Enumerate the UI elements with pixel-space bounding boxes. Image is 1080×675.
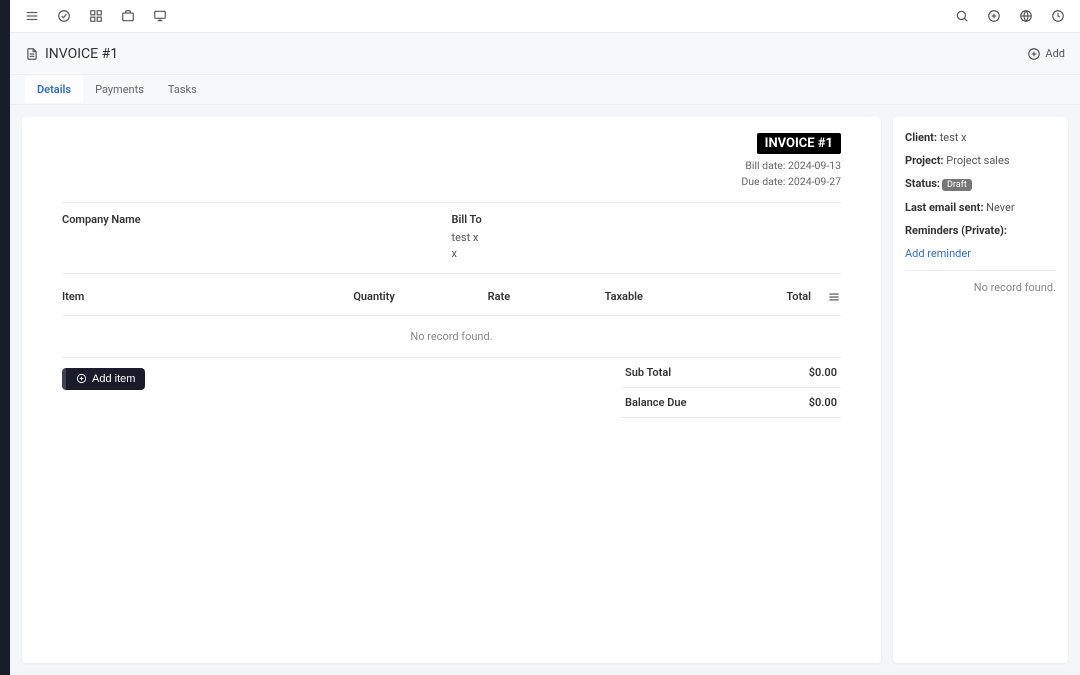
list-icon[interactable] xyxy=(827,290,841,304)
balance-label: Balance Due xyxy=(625,396,686,409)
tabs: Details Payments Tasks xyxy=(10,75,1080,105)
monitor-icon[interactable] xyxy=(153,9,167,23)
reminders-empty: No record found. xyxy=(905,270,1056,294)
menu-icon[interactable] xyxy=(25,9,39,23)
project-value[interactable]: Project sales xyxy=(946,154,1009,167)
due-date-label: Due date: xyxy=(741,175,785,188)
invoice-card: INVOICE #1 Bill date: 2024-09-13 Due dat… xyxy=(22,117,881,663)
add-reminder-link[interactable]: Add reminder xyxy=(905,247,1056,260)
status-key: Status: xyxy=(905,177,940,190)
invoice-badge: INVOICE #1 xyxy=(757,133,841,154)
content: INVOICE #1 Bill date: 2024-09-13 Due dat… xyxy=(10,105,1080,675)
search-icon[interactable] xyxy=(955,9,969,23)
add-action[interactable]: Add xyxy=(1027,47,1065,61)
tab-payments[interactable]: Payments xyxy=(83,76,156,103)
bill-to-name: test x xyxy=(452,230,842,247)
client-key: Client: xyxy=(905,131,937,144)
briefcase-icon[interactable] xyxy=(121,9,135,23)
plus-circle-icon[interactable] xyxy=(987,9,1001,23)
bill-to-addr: x xyxy=(452,246,842,263)
left-rail xyxy=(0,0,10,675)
file-icon xyxy=(25,47,39,61)
totals: Sub Total $0.00 Balance Due $0.00 xyxy=(621,358,841,418)
tab-tasks[interactable]: Tasks xyxy=(156,76,209,103)
subtotal-value: $0.00 xyxy=(809,366,837,379)
tab-details[interactable]: Details xyxy=(25,76,83,103)
items-header: Item Quantity Rate Taxable Total xyxy=(62,282,841,316)
due-date: 2024-09-27 xyxy=(788,175,841,188)
check-circle-icon[interactable] xyxy=(57,9,71,23)
last-email-value: Never xyxy=(986,201,1014,214)
col-quantity: Quantity xyxy=(312,290,437,307)
topbar xyxy=(10,0,1080,33)
project-key: Project: xyxy=(905,154,944,167)
company-name-label: Company Name xyxy=(62,213,452,226)
plus-circle-icon xyxy=(1027,47,1041,61)
bill-date-label: Bill date: xyxy=(745,159,785,172)
page-title: INVOICE #1 xyxy=(45,46,118,62)
clock-icon[interactable] xyxy=(1051,9,1065,23)
last-email-key: Last email sent: xyxy=(905,201,983,214)
status-badge: Draft xyxy=(942,179,972,191)
col-taxable: Taxable xyxy=(561,290,686,307)
bill-date: 2024-09-13 xyxy=(788,159,841,172)
col-rate: Rate xyxy=(437,290,562,307)
add-item-button[interactable]: Add item xyxy=(62,368,145,390)
col-item: Item xyxy=(62,290,312,307)
subtotal-label: Sub Total xyxy=(625,366,671,379)
balance-value: $0.00 xyxy=(809,396,837,409)
bill-to-label: Bill To xyxy=(452,213,842,226)
add-item-label: Add item xyxy=(92,373,135,385)
titlebar: INVOICE #1 Add xyxy=(10,33,1080,75)
client-value[interactable]: test x xyxy=(940,131,967,144)
globe-icon[interactable] xyxy=(1019,9,1033,23)
grid-icon[interactable] xyxy=(89,9,103,23)
info-card: Client: test x Project: Project sales St… xyxy=(893,117,1068,663)
add-label: Add xyxy=(1045,47,1065,60)
reminders-key: Reminders (Private): xyxy=(905,224,1007,237)
col-total: Total xyxy=(686,290,811,307)
items-empty: No record found. xyxy=(62,316,841,358)
